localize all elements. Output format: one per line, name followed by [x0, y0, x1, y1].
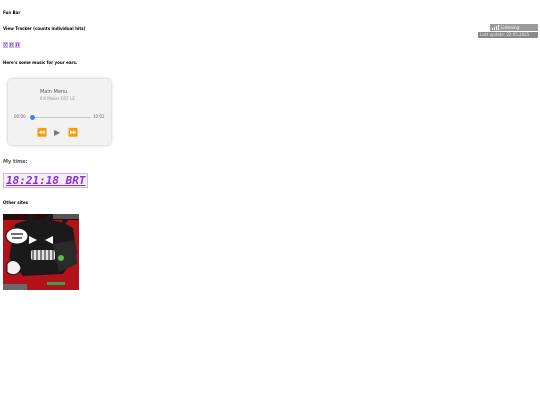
other-sites-label: Other sites [3, 200, 28, 205]
update-badge[interactable]: Last update: 22.05.2025 [478, 32, 538, 38]
seek-thumb[interactable] [29, 115, 35, 120]
fast-forward-button[interactable]: ⏩ [68, 129, 78, 137]
play-button[interactable]: ▶ [54, 129, 60, 137]
counter-digit: 0 [3, 42, 8, 48]
counter-digit: 2 [9, 42, 14, 48]
signal-bars-icon [492, 25, 499, 30]
rewind-button[interactable]: ⏪ [37, 129, 47, 137]
page-title: Fun Bar [3, 10, 21, 15]
my-time-label: My time: [3, 159, 28, 165]
rewind-icon: ⏪ [37, 128, 47, 137]
seek-bar[interactable] [32, 117, 91, 118]
music-player: Main Menu Kill Maker OST LE 00:00 10:02 … [8, 79, 111, 145]
status-badge-label: Listening [501, 25, 520, 30]
hit-counter: 0 2 1 [3, 42, 20, 48]
status-badge[interactable]: Listening [490, 24, 538, 31]
current-time: 00:00 [14, 114, 26, 119]
clock-widget[interactable]: 18:21:18 BRT [3, 173, 89, 188]
counter-digit: 1 [15, 42, 20, 48]
tracker-label: View Tracker (counts individual hits) [3, 26, 86, 31]
music-intro: Here's some music for your ears. [3, 60, 78, 65]
track-artist: Kill Maker OST LE [40, 96, 75, 101]
fast-forward-icon: ⏩ [68, 128, 78, 137]
duration: 10:02 [93, 114, 105, 119]
track-title: Main Menu [40, 89, 68, 95]
play-icon: ▶ [54, 128, 61, 137]
site-banner-image[interactable] [3, 214, 79, 290]
